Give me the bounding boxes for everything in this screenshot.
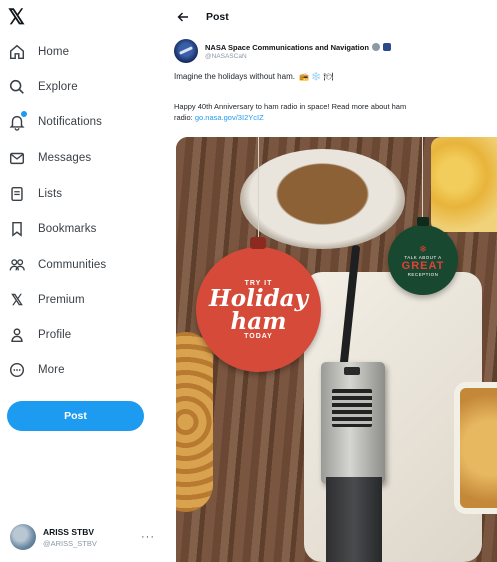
sidebar-item-label: Explore <box>38 81 78 93</box>
casserole-dish <box>454 382 497 514</box>
sidebar-item-label: Premium <box>38 294 85 306</box>
post-text: Happy 40th Anniversary to ham radio in s… <box>174 102 407 111</box>
sidebar-item-notifications[interactable]: Notifications <box>6 108 156 136</box>
sidebar-item-label: More <box>38 364 65 376</box>
emoji-icons: 📻 ❄️ 🍽 <box>298 72 334 81</box>
list-icon <box>6 183 28 205</box>
author-avatar[interactable] <box>174 39 198 63</box>
government-badge-icon <box>382 43 391 51</box>
snowflake-icon: ❄ <box>419 243 427 254</box>
account-switcher[interactable]: ARISS STBV @ARISS_STBV ··· <box>10 521 158 553</box>
holiday-ham-ornament: TRY IT Holiday ham TODAY <box>196 237 321 372</box>
people-icon <box>6 254 28 276</box>
ornament-text: TODAY <box>244 332 273 340</box>
search-icon <box>6 76 28 98</box>
ornament-text: GREAT <box>401 259 445 272</box>
sidebar-item-lists[interactable]: Lists <box>6 180 156 208</box>
pasta-dish <box>431 137 497 232</box>
verified-badge-icon <box>371 43 380 51</box>
account-name: ARISS STBV <box>43 526 95 537</box>
main-column: Post NASA Space Communications and Navig… <box>166 0 497 562</box>
radio-knob <box>344 367 360 375</box>
sidebar-item-label: Notifications <box>38 116 102 128</box>
envelope-icon <box>6 147 28 169</box>
page-title: Post <box>206 11 229 23</box>
post-text: radio: <box>174 113 193 122</box>
avatar <box>10 524 36 550</box>
sidebar-item-bookmarks[interactable]: Bookmarks <box>6 215 156 243</box>
bread-basket <box>176 332 213 512</box>
notification-dot <box>21 111 27 117</box>
post-header: Post <box>166 0 497 34</box>
sidebar-item-label: Messages <box>38 152 92 164</box>
sidebar-item-explore[interactable]: Explore <box>6 73 156 101</box>
sidebar-item-messages[interactable]: Messages <box>6 144 156 172</box>
sidebar-item-home[interactable]: Home <box>6 38 156 66</box>
post-link[interactable]: go.nasa.gov/3I2YcIZ <box>195 113 264 122</box>
sidebar-item-label: Profile <box>38 329 72 341</box>
great-reception-ornament: ❄ TALK ABOUT A GREAT RECEPTION <box>388 217 458 295</box>
ornament-text: ham <box>230 307 287 335</box>
bell-icon <box>6 111 28 133</box>
gravy-boat <box>240 149 405 249</box>
x-icon: 𝕏 <box>10 292 24 309</box>
author-name[interactable]: NASA Space Communications and Navigation <box>205 43 369 52</box>
person-icon <box>6 324 28 346</box>
post-image[interactable]: TRY IT Holiday ham TODAY ❄ TALK ABOUT A … <box>176 137 497 562</box>
ornament-text: Holiday <box>209 284 308 312</box>
home-icon <box>6 41 28 63</box>
account-info: ARISS STBV @ARISS_STBV <box>43 527 135 548</box>
sidebar-item-label: Bookmarks <box>38 223 97 235</box>
x-logo-icon[interactable]: 𝕏 <box>8 6 32 30</box>
sidebar-item-label: Lists <box>38 188 63 200</box>
ornament-text: RECEPTION <box>407 271 439 277</box>
sidebar-item-label: Home <box>38 46 70 58</box>
sidebar-item-communities[interactable]: Communities <box>6 251 156 279</box>
ornament-string <box>258 137 259 247</box>
sidebar-item-label: Communities <box>38 259 107 271</box>
sidebar: 𝕏 Home Explore Notifications Messages Li… <box>0 0 160 562</box>
account-handle: @ARISS_STBV <box>43 538 97 548</box>
post-text-line: radio: go.nasa.gov/3I2YcIZ <box>174 113 264 122</box>
more-dots-icon[interactable]: ··· <box>141 531 155 543</box>
sidebar-item-profile[interactable]: Profile <box>6 321 156 349</box>
bookmark-icon <box>6 218 28 240</box>
ornament-string <box>422 137 423 225</box>
post-text-line: Imagine the holidays without ham. 📻 ❄️ 🍽 <box>174 72 334 81</box>
sidebar-item-premium[interactable]: 𝕏 Premium <box>6 286 156 314</box>
radio-speaker-grille <box>332 389 372 427</box>
author-handle[interactable]: @NASASCaN <box>205 53 391 60</box>
author-info: NASA Space Communications and Navigation… <box>205 43 391 60</box>
sidebar-item-more[interactable]: More <box>6 356 156 384</box>
radio-battery <box>326 477 382 562</box>
arrow-left-icon[interactable] <box>172 6 194 28</box>
post-author: NASA Space Communications and Navigation… <box>174 37 494 65</box>
author-name-row: NASA Space Communications and Navigation <box>205 43 391 52</box>
post-text: Imagine the holidays without ham. <box>174 72 295 81</box>
post-button[interactable]: Post <box>7 401 144 431</box>
more-circle-icon <box>6 359 28 381</box>
